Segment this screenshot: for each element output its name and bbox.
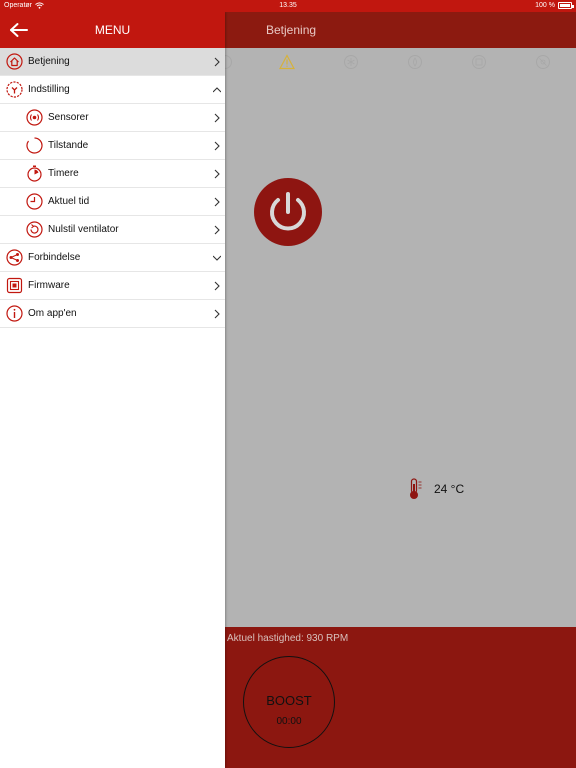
menu-item-label: Nulstil ventilator	[48, 224, 119, 235]
menu-item-nulstil-ventilator[interactable]: Nulstil ventilator	[0, 216, 225, 244]
menu-list: Betjening Indstilling Sensorer Tilstande Tim…	[0, 48, 225, 328]
humidity-icon[interactable]	[407, 54, 423, 70]
boost-label: BOOST	[266, 693, 312, 708]
menu-item-label: Aktuel tid	[48, 196, 90, 207]
menu-item-timere[interactable]: Timere	[0, 160, 225, 188]
battery-icon	[558, 2, 574, 9]
boost-button[interactable]: BOOST 00:00	[243, 656, 335, 748]
mode-icon	[26, 137, 43, 154]
menu-header: MENU	[0, 12, 225, 48]
menu-item-sensorer[interactable]: Sensorer	[0, 104, 225, 132]
status-bar: Operatør 13.35 100 %	[0, 0, 576, 12]
boost-timer: 00:00	[276, 716, 302, 727]
menu-item-betjening[interactable]: Betjening	[0, 48, 225, 76]
menu-item-label: Om app'en	[28, 308, 77, 319]
chevron-right-icon	[214, 197, 220, 207]
chevron-right-icon	[214, 309, 220, 319]
menu-title: MENU	[94, 23, 131, 37]
chevron-down-icon	[213, 255, 221, 261]
status-toolbar	[218, 50, 576, 72]
chevron-up-icon	[213, 87, 221, 93]
chevron-right-icon	[214, 141, 220, 151]
chip-icon	[6, 277, 23, 294]
snowflake-icon[interactable]	[343, 54, 359, 70]
battery-percent: 100 %	[535, 2, 555, 9]
clock-time: 13.35	[279, 2, 297, 9]
speed-readout: Aktuel hastighed: 930 RPM	[227, 633, 349, 644]
power-icon	[270, 192, 306, 231]
menu-item-label: Timere	[48, 168, 79, 179]
chevron-right-icon	[214, 57, 220, 67]
temperature-display: 24 °C	[408, 478, 464, 500]
home-icon	[6, 53, 23, 70]
sensor-icon	[26, 109, 43, 126]
fan-off-icon[interactable]	[535, 54, 551, 70]
menu-item-indstilling[interactable]: Indstilling	[0, 76, 225, 104]
temperature-value: 24 °C	[434, 482, 465, 496]
chevron-right-icon	[214, 113, 220, 123]
thermometer-icon	[410, 478, 422, 499]
menu-item-label: Betjening	[28, 56, 70, 67]
menu-item-forbindelse[interactable]: Forbindelse	[0, 244, 225, 272]
chevron-right-icon	[214, 169, 220, 179]
menu-item-label: Tilstande	[48, 140, 89, 151]
menu-item-aktuel-tid[interactable]: Aktuel tid	[0, 188, 225, 216]
stopwatch-icon	[27, 165, 42, 182]
page-title: Betjening	[266, 23, 317, 37]
info-icon	[6, 305, 23, 322]
reset-icon	[26, 221, 43, 238]
speed-panel: Aktuel hastighed: 930 RPM BOOST 00:00	[225, 627, 576, 768]
menu-item-firmware[interactable]: Firmware	[0, 272, 225, 300]
filter-icon[interactable]	[471, 54, 487, 70]
menu-item-label: Indstilling	[28, 84, 70, 95]
warning-icon[interactable]	[279, 54, 295, 70]
menu-item-tilstande[interactable]: Tilstande	[0, 132, 225, 160]
menu-item-om-app-en[interactable]: Om app'en	[0, 300, 225, 328]
settings-icon	[6, 81, 23, 98]
power-button[interactable]	[254, 178, 322, 246]
clock-icon	[26, 193, 43, 210]
chevron-right-icon	[214, 225, 220, 235]
main-screen: Betjening 24 °C Aktuel hastighed: 930 RP…	[218, 12, 576, 768]
share-icon	[6, 249, 23, 266]
side-menu: MENU Betjening Indstilling Sensorer Tilstan…	[0, 12, 225, 768]
main-header: Betjening	[225, 12, 576, 48]
menu-item-label: Firmware	[28, 280, 70, 291]
menu-item-label: Sensorer	[48, 112, 89, 123]
menu-item-label: Forbindelse	[28, 252, 81, 263]
chevron-right-icon	[214, 281, 220, 291]
